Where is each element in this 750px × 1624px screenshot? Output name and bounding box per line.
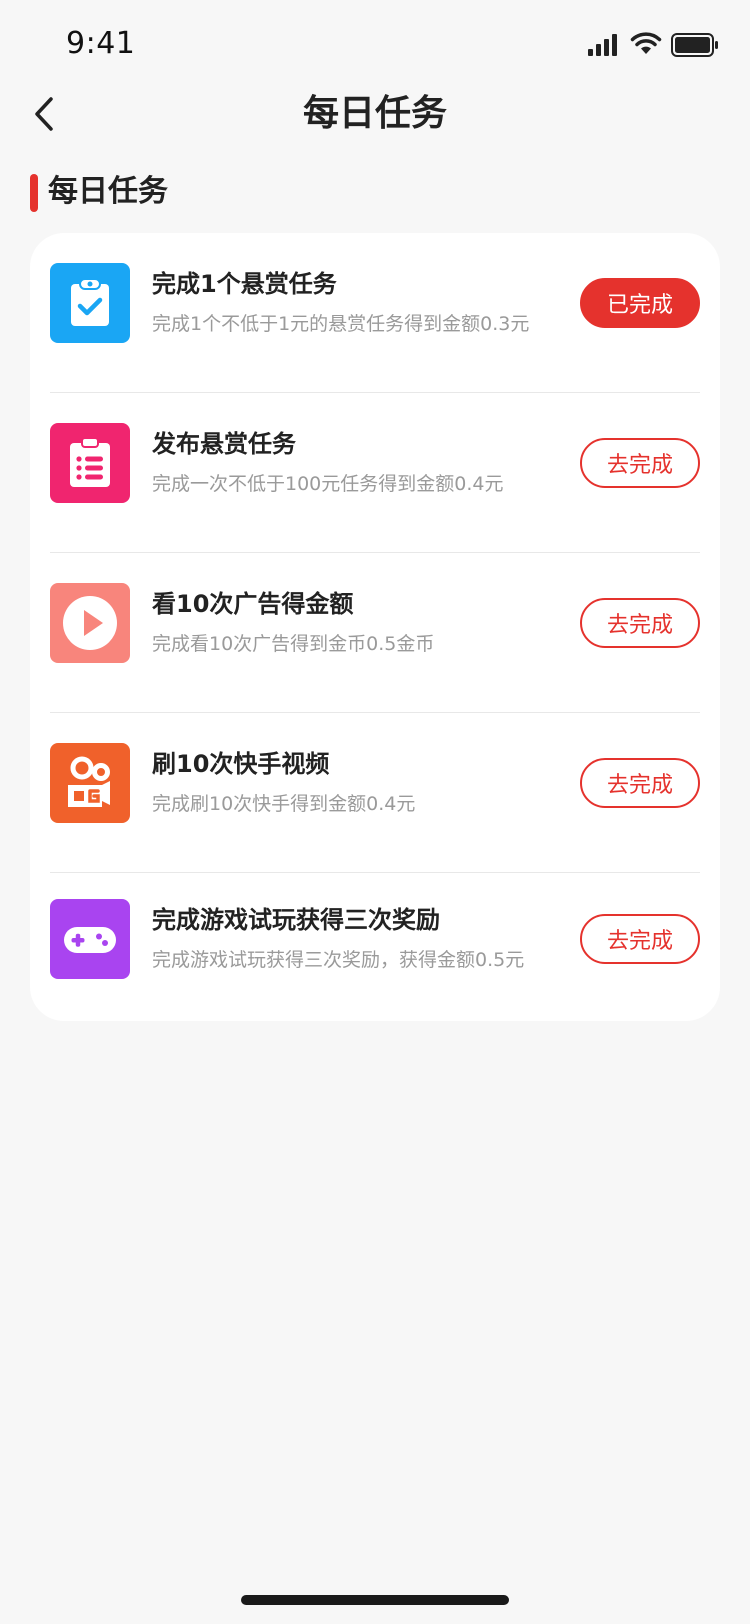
go-complete-button[interactable]: 去完成 xyxy=(580,438,700,488)
task-description: 完成一次不低于100元任务得到金额0.4元 xyxy=(152,473,504,495)
task-card: 完成1个悬赏任务 完成1个不低于1元的悬赏任务得到金额0.3元 已完成 发布悬赏… xyxy=(30,233,720,1021)
home-indicator xyxy=(241,1595,509,1605)
play-icon xyxy=(50,583,130,663)
task-description: 完成游戏试玩获得三次奖励，获得金额0.5元 xyxy=(152,949,525,971)
task-title: 发布悬赏任务 xyxy=(152,430,296,458)
task-row: 看10次广告得金额 完成看10次广告得到金币0.5金币 去完成 xyxy=(50,553,700,713)
battery-icon xyxy=(671,33,718,57)
gamepad-icon xyxy=(50,899,130,979)
signal-icon xyxy=(588,34,617,56)
task-description: 完成刷10次快手得到金额0.4元 xyxy=(152,793,416,815)
task-row: 完成1个悬赏任务 完成1个不低于1元的悬赏任务得到金额0.3元 已完成 xyxy=(50,233,700,393)
clipboard-check-icon xyxy=(50,263,130,343)
task-description: 完成1个不低于1元的悬赏任务得到金额0.3元 xyxy=(152,313,530,335)
wifi-icon xyxy=(630,32,662,54)
task-title: 完成游戏试玩获得三次奖励 xyxy=(152,906,440,934)
status-time: 9:41 xyxy=(66,26,136,61)
go-complete-button[interactable]: 去完成 xyxy=(580,914,700,964)
task-row: 完成游戏试玩获得三次奖励 完成游戏试玩获得三次奖励，获得金额0.5元 去完成 xyxy=(50,869,700,1029)
task-title: 完成1个悬赏任务 xyxy=(152,270,337,298)
clipboard-list-icon xyxy=(50,423,130,503)
task-title: 看10次广告得金额 xyxy=(152,590,354,618)
section-title: 每日任务 xyxy=(48,174,168,209)
screen: 9:41 每日任务 每日任务 完成1个悬赏任务 完成1个不低于1元的悬赏任务得到… xyxy=(0,0,750,1624)
task-description: 完成看10次广告得到金币0.5金币 xyxy=(152,633,435,655)
go-complete-button[interactable]: 去完成 xyxy=(580,758,700,808)
task-row: 刷10次快手视频 完成刷10次快手得到金额0.4元 去完成 xyxy=(50,713,700,873)
task-title: 刷10次快手视频 xyxy=(152,750,330,778)
task-row: 发布悬赏任务 完成一次不低于100元任务得到金额0.4元 去完成 xyxy=(50,393,700,553)
go-complete-button[interactable]: 去完成 xyxy=(580,598,700,648)
kuaishou-camera-icon xyxy=(50,743,130,823)
status-bar: 9:41 xyxy=(0,0,750,88)
completed-button[interactable]: 已完成 xyxy=(580,278,700,328)
section-accent-bar xyxy=(30,174,38,212)
page-title: 每日任务 xyxy=(302,93,447,134)
